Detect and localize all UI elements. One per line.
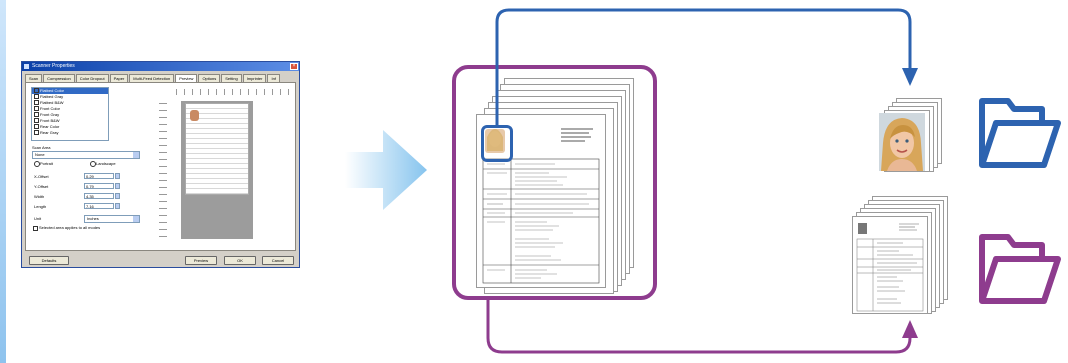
page-arrowhead [902, 320, 918, 338]
page-flow-arrow [486, 300, 912, 354]
photo-flow-arrow [495, 8, 912, 125]
photo-arrowhead [902, 68, 918, 86]
face-photo-icon [879, 113, 925, 171]
page-thumbnail [852, 216, 928, 314]
folder-outline-icon[interactable] [978, 95, 1062, 171]
folder-outline-icon[interactable] [978, 231, 1062, 307]
